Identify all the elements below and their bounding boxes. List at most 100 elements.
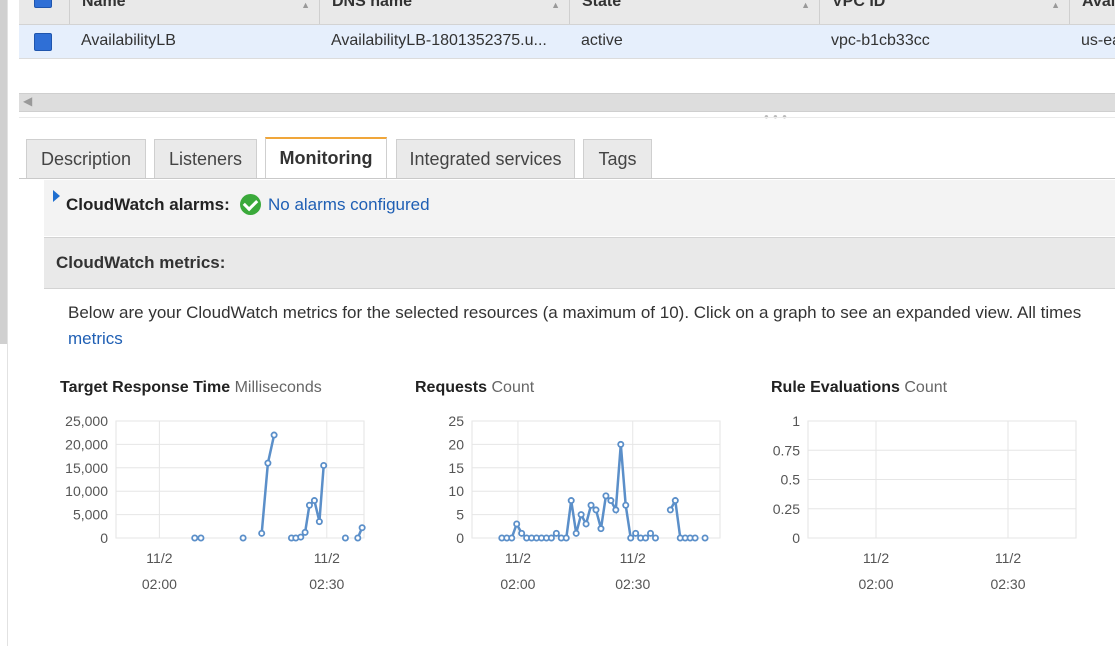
chart-unit: Count: [491, 379, 535, 396]
y-tick-label: 20: [448, 436, 464, 452]
data-point: [691, 534, 699, 542]
expand-triangle-icon[interactable]: [53, 190, 60, 202]
data-point: [301, 528, 309, 536]
data-point: [647, 529, 655, 537]
data-point: [562, 534, 570, 542]
data-point: [341, 534, 349, 542]
data-point: [612, 506, 620, 514]
tab-tags[interactable]: Tags: [583, 139, 652, 178]
metrics-title: CloudWatch metrics:: [56, 253, 226, 272]
scroll-left-icon[interactable]: ◀: [23, 94, 32, 108]
tab-label: Monitoring: [279, 148, 373, 168]
data-point: [258, 529, 266, 537]
data-point: [197, 534, 205, 542]
y-tick-label: 0.75: [773, 442, 800, 458]
chart-title-text: Target Response Time: [60, 379, 231, 396]
x-tick-time: 02:00: [858, 576, 893, 592]
y-tick-label: 5: [456, 507, 464, 523]
y-tick-label: 15: [448, 460, 464, 476]
data-point: [701, 534, 709, 542]
x-tick-time: 02:00: [500, 576, 535, 592]
data-point: [239, 534, 247, 542]
x-tick-date: 11/2: [146, 550, 172, 566]
data-point: [315, 518, 323, 526]
data-point: [632, 529, 640, 537]
chart-title-rule-evaluations: Rule Evaluations Count: [771, 379, 947, 397]
data-point: [320, 461, 328, 469]
tab-label: Description: [40, 148, 132, 169]
data-point: [617, 440, 625, 448]
sort-icon[interactable]: ▲: [1051, 0, 1060, 10]
table-header: Name ▲ DNS name ▲ State ▲ VPC ID ▲ Avai: [19, 0, 1115, 25]
y-tick-label: 0.25: [773, 501, 800, 517]
x-tick-time: 02:30: [990, 576, 1025, 592]
chart-requests[interactable]: 25 20 15 10 5 0 11/2 02:00 11/2 02:30: [395, 405, 735, 605]
data-point: [666, 506, 674, 514]
data-point: [270, 431, 278, 439]
no-alarms-link[interactable]: No alarms configured: [268, 195, 430, 215]
cell-az: us-ea: [1081, 32, 1115, 49]
data-point: [587, 501, 595, 509]
data-point: [547, 534, 555, 542]
chart-title-text: Requests: [415, 379, 488, 396]
chart-title-requests: Requests Count: [415, 379, 534, 397]
column-header-state[interactable]: State ▲: [569, 0, 820, 24]
cell-dns: AvailabilityLB-1801352375.u...: [331, 32, 547, 49]
data-point: [642, 534, 650, 542]
left-border: [7, 0, 8, 646]
tab-monitoring[interactable]: Monitoring: [265, 137, 387, 178]
data-point: [627, 534, 635, 542]
select-all-checkbox[interactable]: [34, 0, 52, 8]
row-checkbox[interactable]: [34, 33, 52, 51]
tab-integrated-services[interactable]: Integrated services: [396, 139, 575, 178]
column-header-az[interactable]: Avai: [1069, 0, 1115, 24]
column-header-label: VPC ID: [832, 0, 886, 10]
cell-state: active: [581, 32, 623, 49]
x-tick-date: 11/2: [505, 550, 531, 566]
data-point: [597, 525, 605, 533]
tab-listeners[interactable]: Listeners: [154, 139, 257, 178]
left-scrollbar[interactable]: [0, 0, 7, 344]
column-header-label: Avai: [1082, 0, 1115, 10]
data-point: [577, 511, 585, 519]
column-header-label: State: [582, 0, 622, 10]
horizontal-scrollbar[interactable]: ◀: [19, 93, 1115, 112]
y-tick-label: 5,000: [73, 507, 108, 523]
column-header-label: Name: [82, 0, 126, 10]
chart-response-time[interactable]: 25,000 20,000 15,000 10,000 5,000 0 11/2 02:00 1…: [40, 405, 380, 605]
sort-icon[interactable]: ▲: [801, 0, 810, 10]
y-tick-label: 1: [792, 413, 800, 429]
column-header-name[interactable]: Name ▲: [69, 0, 320, 24]
y-tick-label: 0: [456, 530, 464, 546]
data-point: [602, 492, 610, 500]
chart-unit: Milliseconds: [234, 379, 322, 396]
y-tick-label: 0: [100, 530, 108, 546]
x-tick-date: 11/2: [863, 550, 889, 566]
y-tick-label: 25,000: [65, 413, 108, 429]
panel-divider: [19, 117, 1115, 118]
data-point: [622, 501, 630, 509]
data-point: [191, 534, 199, 542]
data-point: [607, 497, 615, 505]
metrics-description: Below are your CloudWatch metrics for th…: [68, 303, 1082, 322]
data-point: [310, 497, 318, 505]
sort-icon[interactable]: ▲: [301, 0, 310, 10]
table-row[interactable]: AvailabilityLB AvailabilityLB-1801352375…: [19, 25, 1115, 59]
tab-label: Tags: [598, 148, 637, 169]
column-header-dns[interactable]: DNS name ▲: [319, 0, 570, 24]
tabs-baseline: [19, 178, 1115, 179]
data-point: [264, 459, 272, 467]
chart-rule-evaluations[interactable]: 1 0.75 0.5 0.25 0 11/2 02:00 11/2 02:30: [750, 405, 1090, 605]
x-tick-time: 02:30: [309, 576, 344, 592]
chart-title-response-time: Target Response Time Milliseconds: [60, 379, 322, 397]
column-header-vpc[interactable]: VPC ID ▲: [819, 0, 1070, 24]
tab-description[interactable]: Description: [26, 139, 146, 178]
sort-icon[interactable]: ▲: [551, 0, 560, 10]
cell-name: AvailabilityLB: [81, 32, 176, 49]
x-tick-date: 11/2: [995, 550, 1021, 566]
data-point: [567, 497, 575, 505]
data-point: [358, 524, 366, 532]
metrics-link[interactable]: metrics: [68, 329, 123, 349]
y-tick-label: 0.5: [781, 472, 801, 488]
x-tick-date: 11/2: [620, 550, 646, 566]
